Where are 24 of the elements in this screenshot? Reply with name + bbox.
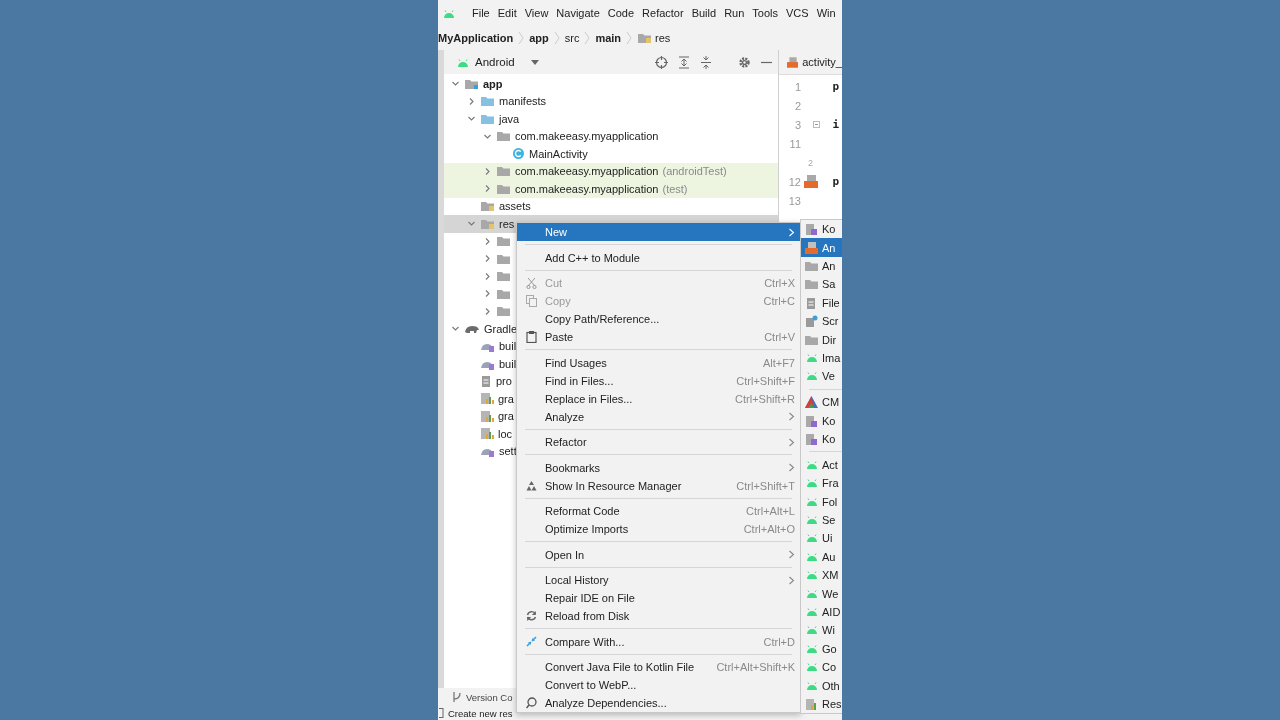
shortcut-text: Ctrl+Shift+F xyxy=(736,374,795,387)
code-text: p xyxy=(832,80,839,93)
line-number: 3 xyxy=(793,118,801,131)
status-text: Create new res xyxy=(448,707,513,719)
shortcut-text: Ctrl+Shift+T xyxy=(736,479,795,492)
line-number: 13 xyxy=(787,194,801,207)
line-number: 2 xyxy=(807,157,813,168)
shortcut-text: Ctrl+Alt+Shift+K xyxy=(716,661,795,673)
line-number: 12 xyxy=(787,175,801,188)
shortcut-text: Ctrl+D xyxy=(763,635,795,648)
shortcut-text: Ctrl+Alt+L xyxy=(746,505,795,517)
source-set-suffix: (androidTest) xyxy=(662,165,727,178)
shortcut-text: Ctrl+Shift+R xyxy=(735,392,795,405)
shortcut-text: Ctrl+V xyxy=(764,331,795,343)
shortcut-text: Ctrl+C xyxy=(763,295,795,307)
line-number: 2 xyxy=(793,99,801,112)
source-set-suffix: (test) xyxy=(662,182,688,195)
shortcut-text: Ctrl+X xyxy=(764,277,795,289)
shortcut-text: Ctrl+Alt+O xyxy=(743,523,795,535)
shortcut-text: Alt+F7 xyxy=(762,356,795,369)
code-text: i xyxy=(832,118,839,131)
line-number: 1 xyxy=(793,80,801,93)
code-text: p xyxy=(832,175,839,188)
line-number: 11 xyxy=(788,137,801,150)
